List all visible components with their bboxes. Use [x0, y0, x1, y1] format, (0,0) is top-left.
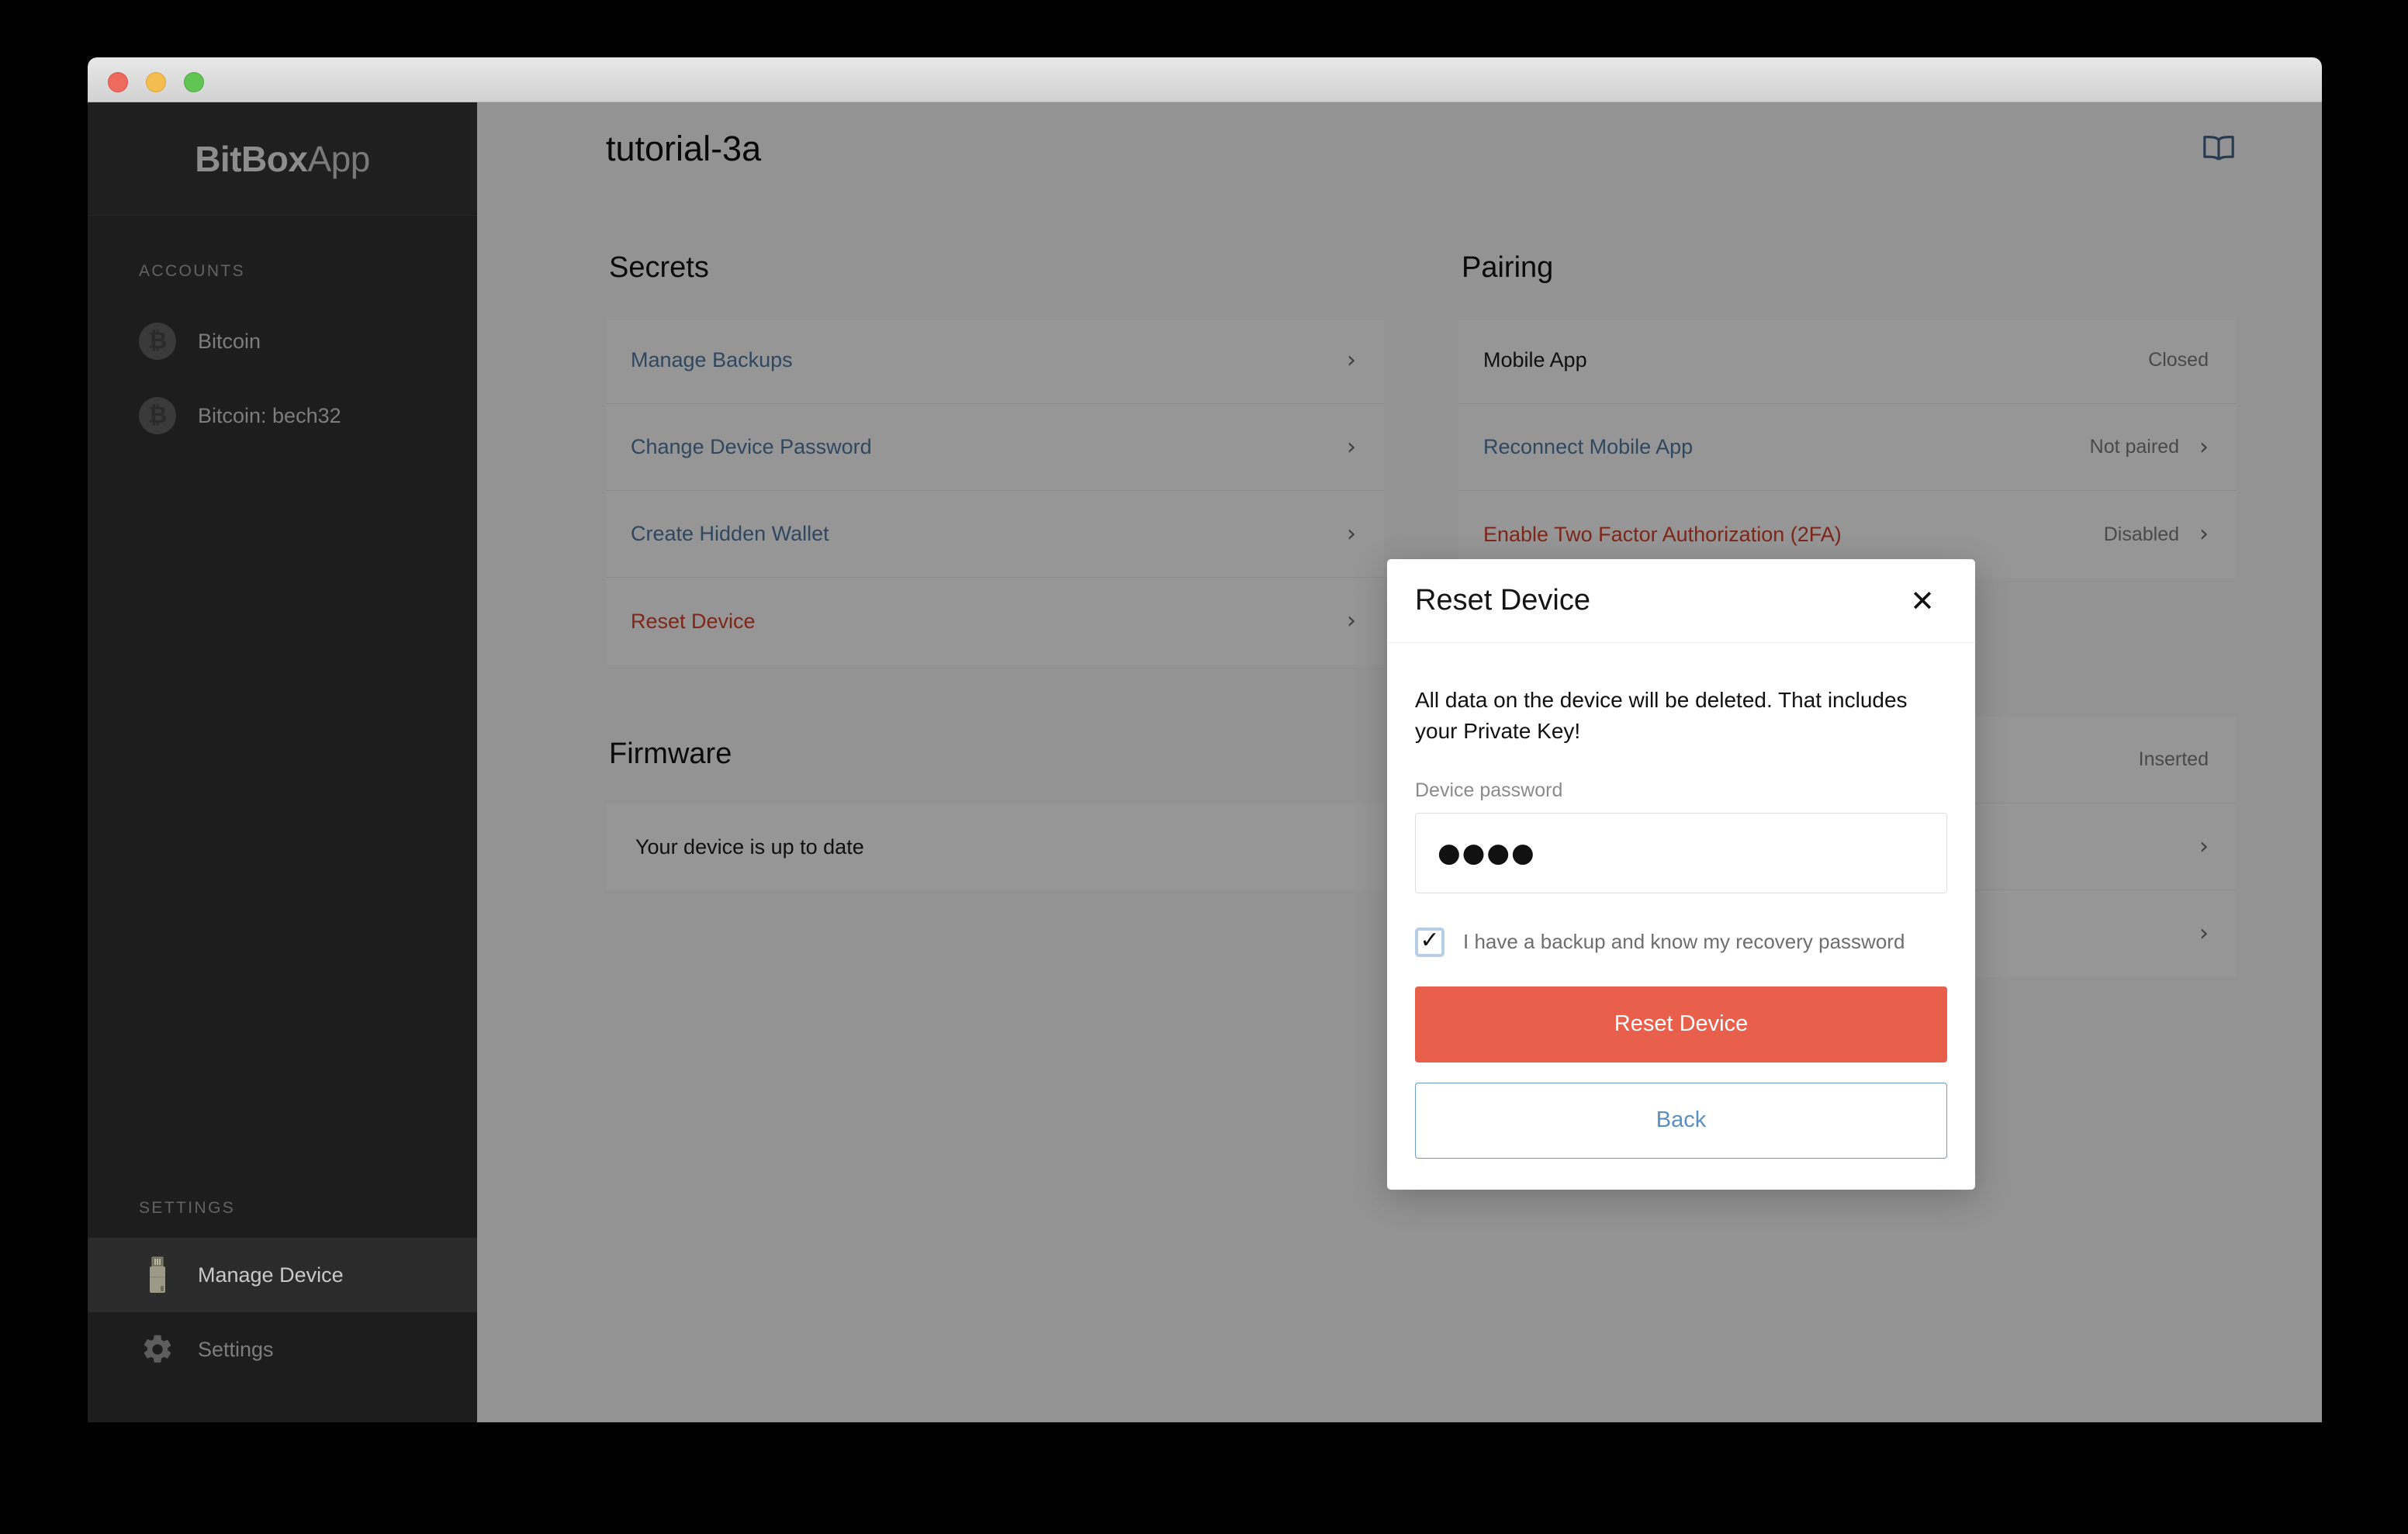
back-button[interactable]: Back — [1415, 1082, 1947, 1159]
sidebar-section-settings-label: SETTINGS — [139, 1199, 236, 1217]
sidebar-settings-group: SETTINGS Manage Device Settings — [88, 1152, 477, 1422]
usb-device-icon — [139, 1256, 176, 1294]
sidebar-item-settings[interactable]: Settings — [88, 1312, 477, 1387]
sidebar-item-label: Manage Device — [198, 1263, 344, 1287]
dialog-header: Reset Device ✕ — [1387, 559, 1975, 643]
window-maximize-button[interactable] — [184, 72, 204, 92]
sidebar-item-bitcoin-bech32[interactable]: ₿ Bitcoin: bech32 — [88, 378, 477, 453]
sidebar-item-label: Bitcoin — [198, 329, 261, 353]
check-icon: ✓ — [1420, 927, 1440, 954]
window-minimize-button[interactable] — [146, 72, 166, 92]
dialog-body: All data on the device will be deleted. … — [1387, 643, 1975, 1190]
backup-confirmation-label: I have a backup and know my recovery pas… — [1463, 930, 1905, 953]
sidebar-item-label: Settings — [198, 1337, 274, 1361]
gear-icon — [139, 1331, 176, 1368]
app-window: BitBoxApp ACCOUNTS ₿ Bitcoin ₿ Bitcoin: … — [88, 57, 2322, 1422]
dialog-title: Reset Device — [1415, 584, 1590, 617]
app-logo: BitBoxApp — [88, 102, 477, 216]
bitcoin-icon: ₿ — [139, 397, 176, 434]
close-icon[interactable]: ✕ — [1905, 583, 1939, 619]
reset-device-button[interactable]: Reset Device — [1415, 986, 1947, 1062]
backup-confirmation-row[interactable]: ✓ I have a backup and know my recovery p… — [1415, 927, 1947, 957]
logo-bold-text: BitBox — [195, 138, 308, 179]
window-titlebar — [88, 57, 2322, 102]
logo-light-text: App — [307, 138, 370, 179]
sidebar-accounts-list: ₿ Bitcoin ₿ Bitcoin: bech32 — [88, 304, 477, 453]
sidebar-item-label: Bitcoin: bech32 — [198, 403, 341, 427]
main-content: tutorial-3a Secrets Manage Backups › Cha… — [477, 102, 2322, 1422]
device-password-label: Device password — [1415, 779, 1563, 801]
window-close-button[interactable] — [108, 72, 128, 92]
sidebar-section-accounts-label: ACCOUNTS — [139, 262, 246, 280]
reset-device-dialog: Reset Device ✕ All data on the device wi… — [1387, 559, 1975, 1190]
device-password-input[interactable]: ●●●● — [1415, 812, 1947, 893]
backup-confirmation-checkbox[interactable]: ✓ — [1415, 927, 1444, 957]
sidebar-item-manage-device[interactable]: Manage Device — [88, 1238, 477, 1312]
sidebar-item-bitcoin[interactable]: ₿ Bitcoin — [88, 304, 477, 378]
sidebar: BitBoxApp ACCOUNTS ₿ Bitcoin ₿ Bitcoin: … — [88, 102, 477, 1422]
dialog-message: All data on the device will be deleted. … — [1415, 688, 1908, 743]
bitcoin-icon: ₿ — [139, 323, 176, 360]
